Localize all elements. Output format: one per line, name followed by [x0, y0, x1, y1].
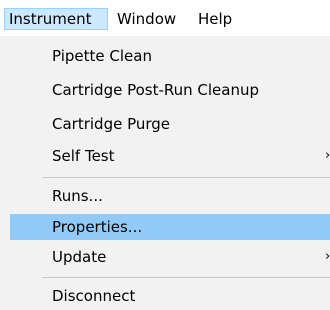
instrument-dropdown-menu: Pipette Clean Cartridge Post-Run Cleanup… [0, 36, 330, 310]
menu-item-label: Pipette Clean [52, 47, 152, 65]
menu-separator [42, 277, 330, 278]
menu-item-label: Disconnect [52, 287, 136, 305]
menu-item-label: Update [52, 248, 107, 266]
menu-item-properties[interactable]: Properties... [10, 214, 330, 240]
menu-item-label: Self Test [52, 147, 115, 165]
menu-item-label: Cartridge Post-Run Cleanup [52, 81, 260, 99]
menu-help[interactable]: Help [194, 8, 246, 30]
menu-instrument[interactable]: Instrument [4, 8, 108, 30]
menu-bar: Instrument Window Help [0, 0, 330, 36]
menu-item-cartridge-purge[interactable]: Cartridge Purge [10, 111, 330, 137]
menu-window[interactable]: Window [113, 8, 191, 30]
menu-item-label: Properties... [52, 218, 143, 236]
submenu-arrow-icon: › [325, 148, 330, 163]
menu-separator [42, 177, 330, 178]
menu-item-runs[interactable]: Runs... [10, 183, 330, 209]
menu-item-label: Runs... [52, 187, 103, 205]
submenu-arrow-icon: › [325, 249, 330, 264]
menu-item-update[interactable]: Update › [10, 244, 330, 270]
menu-item-self-test[interactable]: Self Test › [10, 143, 330, 169]
menu-item-label: Cartridge Purge [52, 115, 171, 133]
menu-item-cartridge-post-run-cleanup[interactable]: Cartridge Post-Run Cleanup [10, 77, 330, 103]
menu-item-pipette-clean[interactable]: Pipette Clean [10, 43, 330, 69]
menu-item-disconnect[interactable]: Disconnect [10, 283, 330, 309]
